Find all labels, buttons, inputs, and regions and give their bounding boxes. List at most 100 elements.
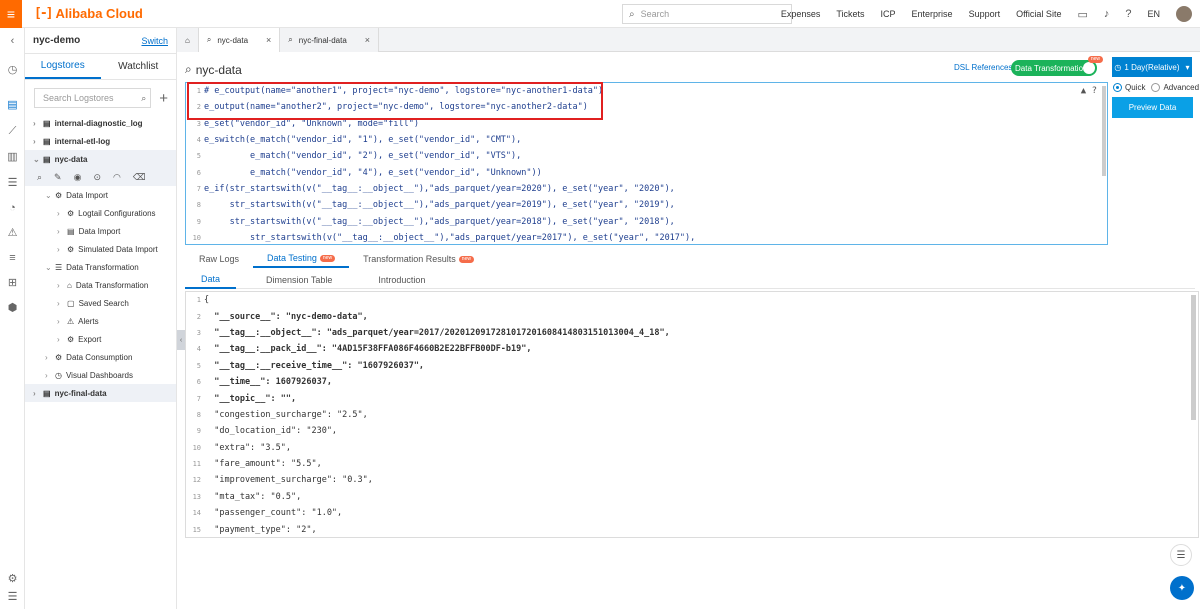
monitor-icon[interactable]: ◔ [6,202,19,215]
time-range-button[interactable]: ◷ 1 Day(Relative) ▾ [1112,57,1192,77]
tab-nyc-data[interactable]: ⌕ nyc-data × [198,28,281,52]
mode-selector: Quick Advanced [1113,83,1199,92]
subtab-introduction[interactable]: Introduction [362,271,441,289]
tree-item-selected[interactable]: ⌄ ▤ nyc-data [25,150,176,168]
help-icon[interactable]: ? [1125,8,1131,20]
nav-enterprise[interactable]: Enterprise [912,9,953,19]
plugin-icon[interactable]: ⬢ [6,302,19,315]
close-icon[interactable]: × [266,35,271,45]
tab-logstores[interactable]: Logstores [25,54,101,79]
clock-icon[interactable]: ◷ [6,64,19,77]
sidebar: nyc-demo Switch Logstores Watchlist Sear… [25,28,177,609]
tab-watchlist[interactable]: Watchlist [101,54,177,79]
search-icon[interactable]: ⌕ [37,172,42,183]
back-icon[interactable]: ‹ [6,35,19,48]
logstore-search-input[interactable]: Search Logstores ⌕ [34,88,152,108]
tree-item[interactable]: › ⚙ Export [25,330,176,348]
result-tabs: Raw Logs Data Testing new Transformation … [185,250,1195,268]
assistant-icon[interactable]: ✦ [1170,576,1194,600]
gauge-icon[interactable]: ◠ [113,172,121,183]
chevron-down-icon[interactable]: ⌄ [45,191,55,200]
nav-official-site[interactable]: Official Site [1016,9,1061,19]
chevron-right-icon[interactable]: › [45,371,55,380]
close-icon[interactable]: × [365,35,370,45]
nav-icp[interactable]: ICP [881,9,896,19]
json-scrollbar[interactable] [1191,295,1196,420]
nav-expenses[interactable]: Expenses [781,9,821,19]
tree-item[interactable]: › ◷ Visual Dashboards [25,366,176,384]
eye-icon[interactable]: ◉ [74,172,82,183]
chevron-right-icon[interactable]: › [45,353,55,362]
feedback-icon[interactable]: ☰ [1170,544,1192,566]
brand-logo[interactable]: [-] Alibaba Cloud [34,6,143,21]
export-icon: ⚙ [67,334,75,344]
subtab-dimension-table[interactable]: Dimension Table [236,271,362,289]
help-icon[interactable]: ? [1092,86,1097,96]
chevron-right-icon[interactable]: › [57,335,67,344]
json-viewer[interactable]: 1{ 2 "__source__": "nyc-demo-data", 3 "_… [185,291,1199,538]
chevron-right-icon[interactable]: › [33,119,43,128]
chevron-right-icon[interactable]: › [33,389,43,398]
search-icon: ⌕ [629,8,635,20]
tree-item[interactable]: › ▤ internal-diagnostic_log [25,114,176,132]
preview-data-button[interactable]: Preview Data [1112,97,1193,118]
screen-icon[interactable]: ▭ [1077,8,1087,21]
chevron-right-icon[interactable]: › [57,281,67,290]
tree-item[interactable]: › ▤ nyc-final-data [25,384,176,402]
tree-item[interactable]: › ⚠ Alerts [25,312,176,330]
tree-item[interactable]: › ⚙ Logtail Configurations [25,204,176,222]
menu-icon[interactable]: ≡ [0,0,22,28]
tab-nyc-final-data[interactable]: ⌕ nyc-final-data × [280,28,380,52]
tree-item[interactable]: › ⌂ Data Transformation [25,276,176,294]
search-icon[interactable]: ⌕ [141,93,146,104]
language-switch[interactable]: EN [1147,9,1160,19]
nav-support[interactable]: Support [969,9,1001,19]
chevron-right-icon[interactable]: › [57,209,67,218]
delete-icon[interactable]: ⌫ [133,172,146,183]
task-icon[interactable]: ☰ [6,177,19,190]
home-tab[interactable]: ⌂ [177,28,199,52]
avatar[interactable] [1176,6,1192,22]
add-logstore-icon[interactable]: + [159,90,168,107]
chart-icon[interactable]: ⟋ [6,125,19,138]
tree-item[interactable]: ⌄ ⚙ Data Import [25,186,176,204]
tab-raw-logs[interactable]: Raw Logs [185,250,253,268]
json-text: "do_location_id": "230", [204,426,338,437]
tree-item[interactable]: › ▤ Data Import [25,222,176,240]
chevron-down-icon[interactable]: ⌄ [33,155,43,164]
tree-item[interactable]: › ⚙ Simulated Data Import [25,240,176,258]
nav-tickets[interactable]: Tickets [836,9,864,19]
tree-item[interactable]: › ▤ internal-etl-log [25,132,176,150]
tree-item[interactable]: › ▢ Saved Search [25,294,176,312]
editor-scrollbar[interactable] [1102,86,1106,176]
bell-icon[interactable]: ♪ [1104,8,1110,20]
chevron-right-icon[interactable]: › [57,227,67,236]
list-icon[interactable]: ≡ [6,252,19,265]
chevron-right-icon[interactable]: › [57,245,67,254]
alert-icon[interactable]: ⚠ [6,227,19,240]
settings-icon[interactable]: ⚙ [6,573,19,586]
chevron-right-icon[interactable]: › [33,137,43,146]
switch-link[interactable]: Switch [141,36,168,46]
tab-transformation-results[interactable]: Transformation Results new [349,250,488,268]
location-icon[interactable]: ⊙ [93,172,101,183]
subtab-data[interactable]: Data [185,271,237,289]
tree-item[interactable]: ⌄ ☰ Data Transformation [25,258,176,276]
data-transformation-toggle[interactable]: Data Transformation new [1011,56,1103,76]
logstore-icon[interactable]: ▤ [6,99,19,112]
advanced-radio[interactable] [1151,83,1161,92]
machine-icon[interactable]: ⊞ [6,277,19,290]
tree-item[interactable]: › ⚙ Data Consumption [25,348,176,366]
expand-menu-icon[interactable]: ☰ [6,591,19,604]
collapse-icon[interactable]: ▲ [1081,86,1086,96]
quick-radio[interactable] [1113,83,1122,92]
chevron-right-icon[interactable]: › [57,317,67,326]
json-text: "__tag__:__receive_time__": "1607926037"… [204,360,425,371]
storage-icon[interactable]: ▥ [6,151,19,164]
chevron-right-icon[interactable]: › [57,299,67,308]
dsl-references-link[interactable]: DSL References [954,63,1012,72]
tab-data-testing[interactable]: Data Testing new [253,250,350,268]
edit-icon[interactable]: ✎ [54,172,62,183]
chevron-down-icon[interactable]: ⌄ [45,263,55,272]
collapse-sidebar-handle[interactable]: ‹ [177,330,185,350]
